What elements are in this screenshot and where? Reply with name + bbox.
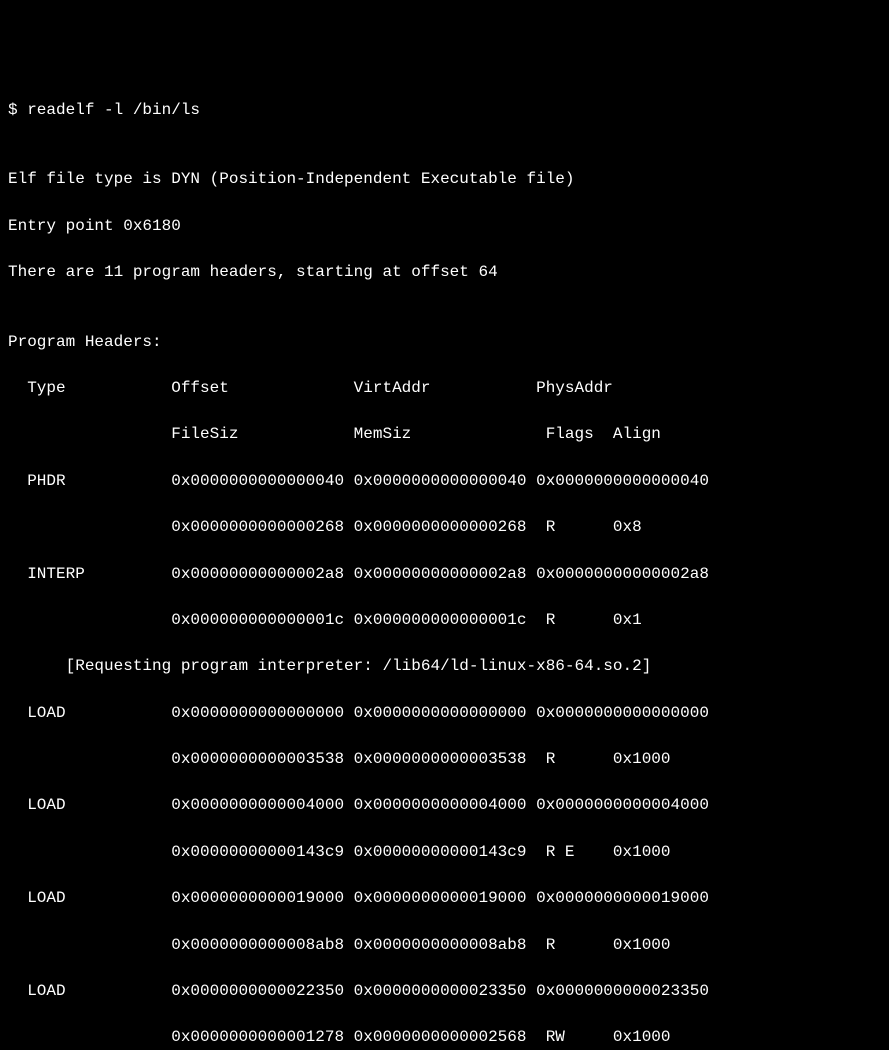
- interpreter-note: [Requesting program interpreter: /lib64/…: [8, 655, 881, 678]
- column-header-1: Type Offset VirtAddr PhysAddr: [8, 377, 881, 400]
- entry-point: Entry point 0x6180: [8, 215, 881, 238]
- table-row: INTERP 0x00000000000002a8 0x000000000000…: [8, 563, 881, 586]
- table-row: LOAD 0x0000000000022350 0x00000000000233…: [8, 980, 881, 1003]
- column-header-2: FileSiz MemSiz Flags Align: [8, 423, 881, 446]
- table-row: 0x000000000000001c 0x000000000000001c R …: [8, 609, 881, 632]
- table-row: 0x00000000000143c9 0x00000000000143c9 R …: [8, 841, 881, 864]
- header-count: There are 11 program headers, starting a…: [8, 261, 881, 284]
- table-row: 0x0000000000003538 0x0000000000003538 R …: [8, 748, 881, 771]
- command-prompt: $ readelf -l /bin/ls: [8, 99, 881, 122]
- table-row: LOAD 0x0000000000000000 0x00000000000000…: [8, 702, 881, 725]
- table-row: LOAD 0x0000000000019000 0x00000000000190…: [8, 887, 881, 910]
- table-row: 0x0000000000000268 0x0000000000000268 R …: [8, 516, 881, 539]
- section-heading: Program Headers:: [8, 331, 881, 354]
- table-row: LOAD 0x0000000000004000 0x00000000000040…: [8, 794, 881, 817]
- table-row: 0x0000000000008ab8 0x0000000000008ab8 R …: [8, 934, 881, 957]
- table-row: PHDR 0x0000000000000040 0x00000000000000…: [8, 470, 881, 493]
- table-row: 0x0000000000001278 0x0000000000002568 RW…: [8, 1026, 881, 1049]
- elf-file-type: Elf file type is DYN (Position-Independe…: [8, 168, 881, 191]
